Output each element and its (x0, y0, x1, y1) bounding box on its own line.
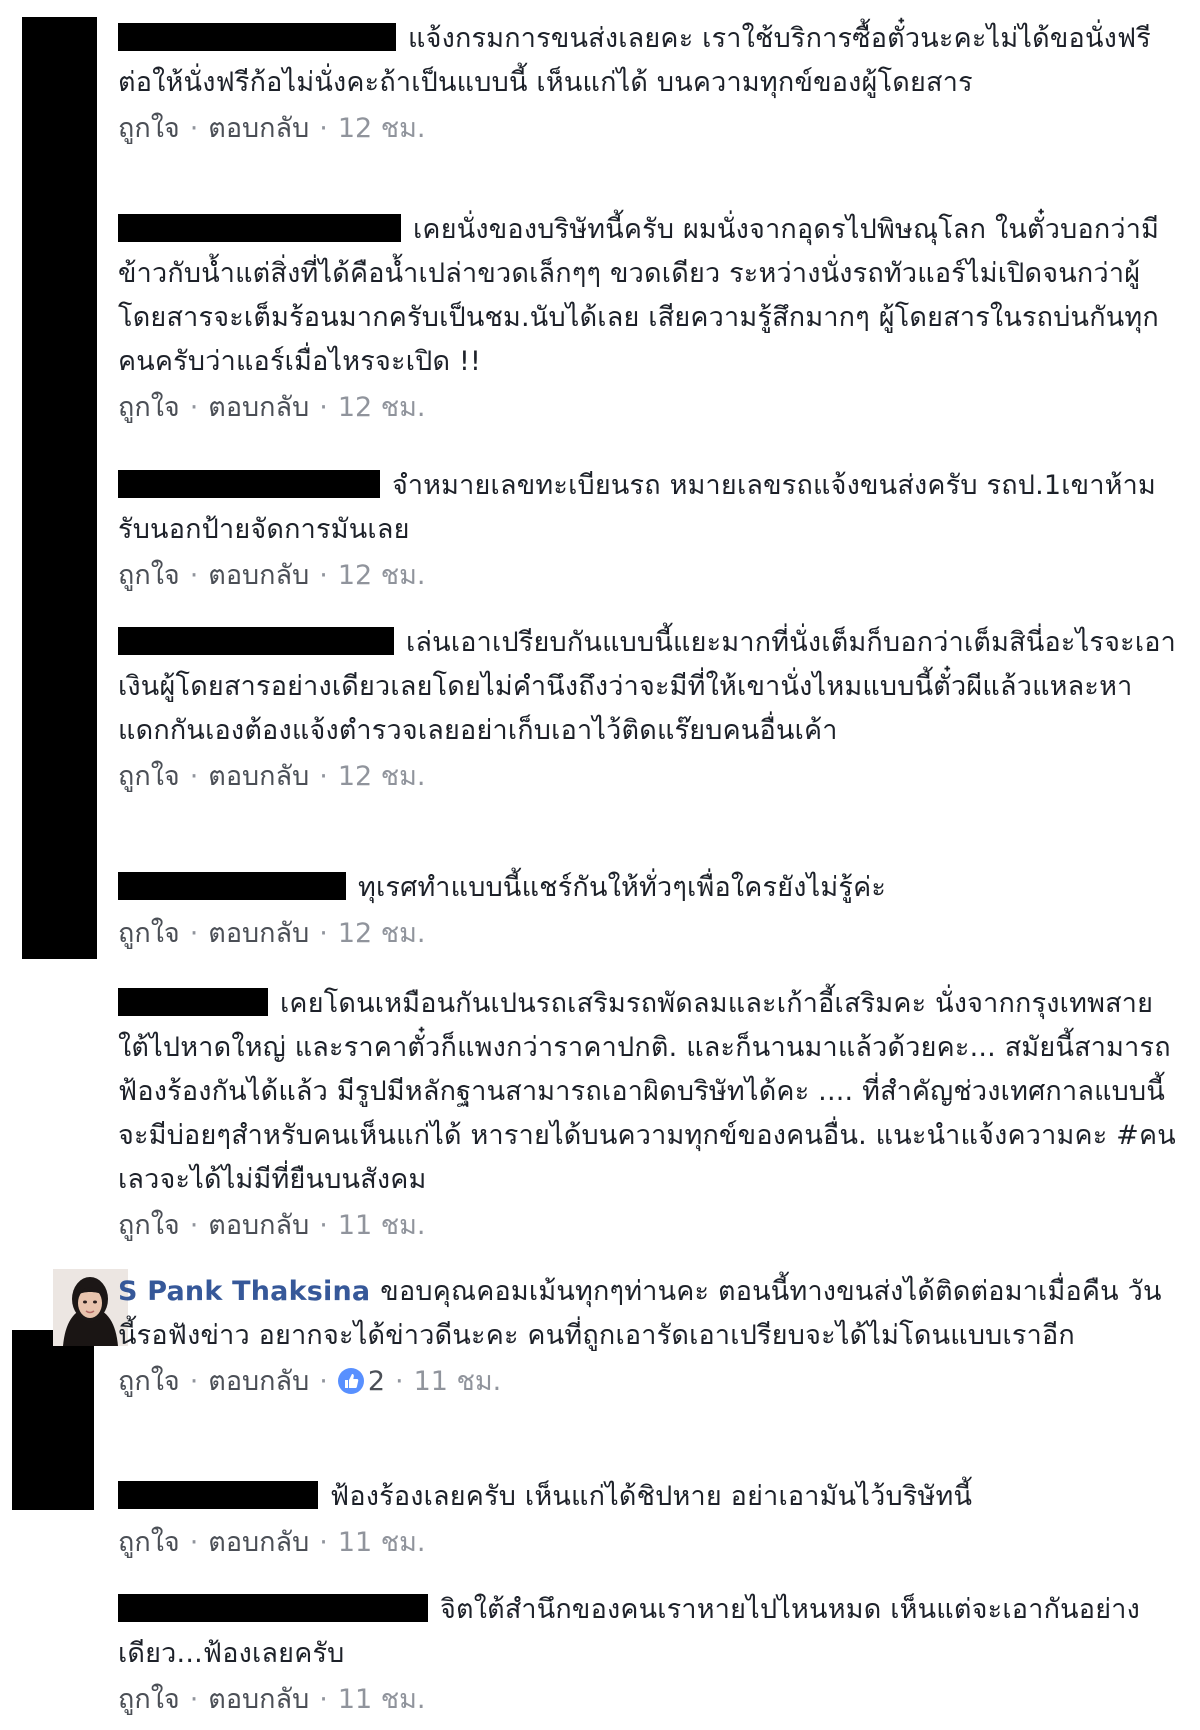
redacted-name (118, 988, 268, 1016)
comment-body: S Pank Thaksina ขอบคุณคอมเม้นทุกๆท่านคะ ต… (118, 1270, 1180, 1358)
comment-body: ฟ้องร้องเลยครับ เห็นแก่ได้ชิปหาย อย่าเอา… (118, 1475, 1180, 1519)
comment-text: ทุเรศทำแบบนี้แชร์กันให้ทั่วๆเพื่อใครยังไ… (358, 872, 887, 903)
timestamp[interactable]: 12 ชม. (338, 113, 426, 144)
timestamp[interactable]: 11 ชม. (338, 1684, 426, 1715)
timestamp[interactable]: 11 ชม. (414, 1366, 502, 1397)
comment-actions: ถูกใจ · ตอบกลับ · 2 · 11 ชม. (118, 1362, 1180, 1402)
separator: · (189, 113, 199, 144)
comment: จำหมายเลขทะเบียนรถ หมายเลขรถแจ้งขนส่งครั… (118, 464, 1180, 596)
like-link[interactable]: ถูกใจ (118, 918, 180, 949)
separator: · (319, 1684, 328, 1715)
reply-link[interactable]: ตอบกลับ (208, 1210, 309, 1241)
reply-link[interactable]: ตอบกลับ (208, 1684, 309, 1715)
comment-body: เล่นเอาเปรียบกันแบบนี้แยะมากที่นั่งเต็มก… (118, 621, 1180, 753)
separator: · (189, 1366, 199, 1397)
avatar[interactable] (53, 1269, 128, 1346)
redacted-avatar-bottom (12, 1330, 94, 1510)
separator: · (319, 761, 328, 792)
timestamp[interactable]: 11 ชม. (338, 1527, 426, 1558)
comment-actions: ถูกใจ · ตอบกลับ · 11 ชม. (118, 1206, 1180, 1246)
separator: · (189, 392, 199, 423)
comment: เคยโดนเหมือนกันเปนรถเสริมรถพัดลมและเก้าอ… (118, 982, 1180, 1246)
separator: · (189, 1210, 199, 1241)
comment-text: เคยโดนเหมือนกันเปนรถเสริมรถพัดลมและเก้าอ… (118, 988, 1176, 1195)
like-link[interactable]: ถูกใจ (118, 1527, 180, 1558)
redacted-avatar-column (22, 17, 97, 959)
redacted-name (118, 214, 401, 242)
comment-actions: ถูกใจ · ตอบกลับ · 12 ชม. (118, 109, 1180, 149)
comment-actions: ถูกใจ · ตอบกลับ · 12 ชม. (118, 914, 1180, 954)
reply-link[interactable]: ตอบกลับ (208, 1527, 309, 1558)
reply-link[interactable]: ตอบกลับ (208, 918, 309, 949)
comment: แจ้งกรมการขนส่งเลยคะ เราใช้บริการซื้อตั๋… (118, 17, 1180, 149)
separator: · (319, 1210, 328, 1241)
separator: · (319, 392, 328, 423)
separator: · (189, 560, 199, 591)
thumbs-up-icon[interactable] (337, 1368, 364, 1394)
separator: · (395, 1366, 404, 1397)
comment: ทุเรศทำแบบนี้แชร์กันให้ทั่วๆเพื่อใครยังไ… (118, 866, 1180, 954)
timestamp[interactable]: 11 ชม. (338, 1210, 426, 1241)
comment: เคยนั่งของบริษัทนี้ครับ ผมนั่งจากอุดรไปพ… (118, 208, 1180, 428)
redacted-name (118, 23, 396, 51)
comment-body: จิตใต้สำนึกของคนเราหายไปไหนหมด เห็นแต่จะ… (118, 1588, 1180, 1676)
separator: · (189, 918, 199, 949)
comment-actions: ถูกใจ · ตอบกลับ · 12 ชม. (118, 388, 1180, 428)
separator: · (319, 560, 328, 591)
timestamp[interactable]: 12 ชม. (338, 560, 426, 591)
comment-body: ทุเรศทำแบบนี้แชร์กันให้ทั่วๆเพื่อใครยังไ… (118, 866, 1180, 910)
comment: ฟ้องร้องเลยครับ เห็นแก่ได้ชิปหาย อย่าเอา… (118, 1475, 1180, 1563)
redacted-name (118, 1481, 318, 1509)
comment-actions: ถูกใจ · ตอบกลับ · 12 ชม. (118, 757, 1180, 797)
comment-actions: ถูกใจ · ตอบกลับ · 11 ชม. (118, 1680, 1180, 1720)
comment-body: เคยโดนเหมือนกันเปนรถเสริมรถพัดลมและเก้าอ… (118, 982, 1180, 1202)
comment: เล่นเอาเปรียบกันแบบนี้แยะมากที่นั่งเต็มก… (118, 621, 1180, 797)
separator: · (319, 1366, 328, 1397)
separator: · (189, 1527, 199, 1558)
redacted-name (118, 470, 380, 498)
comment-body: เคยนั่งของบริษัทนี้ครับ ผมนั่งจากอุดรไปพ… (118, 208, 1180, 384)
like-link[interactable]: ถูกใจ (118, 1684, 180, 1715)
like-link[interactable]: ถูกใจ (118, 113, 180, 144)
comment-text: ฟ้องร้องเลยครับ เห็นแก่ได้ชิปหาย อย่าเอา… (330, 1481, 973, 1512)
like-link[interactable]: ถูกใจ (118, 761, 180, 792)
comment-body: จำหมายเลขทะเบียนรถ หมายเลขรถแจ้งขนส่งครั… (118, 464, 1180, 552)
comment-actions: ถูกใจ · ตอบกลับ · 12 ชม. (118, 556, 1180, 596)
like-link[interactable]: ถูกใจ (118, 1210, 180, 1241)
timestamp[interactable]: 12 ชม. (338, 761, 426, 792)
comment-body: แจ้งกรมการขนส่งเลยคะ เราใช้บริการซื้อตั๋… (118, 17, 1180, 105)
timestamp[interactable]: 12 ชม. (338, 918, 426, 949)
redacted-name (118, 872, 346, 900)
reply-link[interactable]: ตอบกลับ (208, 113, 309, 144)
comment: S Pank Thaksina ขอบคุณคอมเม้นทุกๆท่านคะ ต… (118, 1270, 1180, 1402)
separator: · (319, 113, 328, 144)
like-link[interactable]: ถูกใจ (118, 392, 180, 423)
comment: จิตใต้สำนึกของคนเราหายไปไหนหมด เห็นแต่จะ… (118, 1588, 1180, 1720)
timestamp[interactable]: 12 ชม. (338, 392, 426, 423)
redacted-name (118, 1594, 428, 1622)
author-name[interactable]: S Pank Thaksina (118, 1276, 370, 1307)
like-count[interactable]: 2 (368, 1366, 385, 1397)
like-link[interactable]: ถูกใจ (118, 1366, 180, 1397)
like-link[interactable]: ถูกใจ (118, 560, 180, 591)
separator: · (319, 1527, 328, 1558)
reply-link[interactable]: ตอบกลับ (208, 560, 309, 591)
separator: · (189, 761, 199, 792)
separator: · (189, 1684, 199, 1715)
comment-actions: ถูกใจ · ตอบกลับ · 11 ชม. (118, 1523, 1180, 1563)
reply-link[interactable]: ตอบกลับ (208, 392, 309, 423)
reply-link[interactable]: ตอบกลับ (208, 761, 309, 792)
redacted-name (118, 627, 394, 655)
separator: · (319, 918, 328, 949)
reply-link[interactable]: ตอบกลับ (208, 1366, 309, 1397)
